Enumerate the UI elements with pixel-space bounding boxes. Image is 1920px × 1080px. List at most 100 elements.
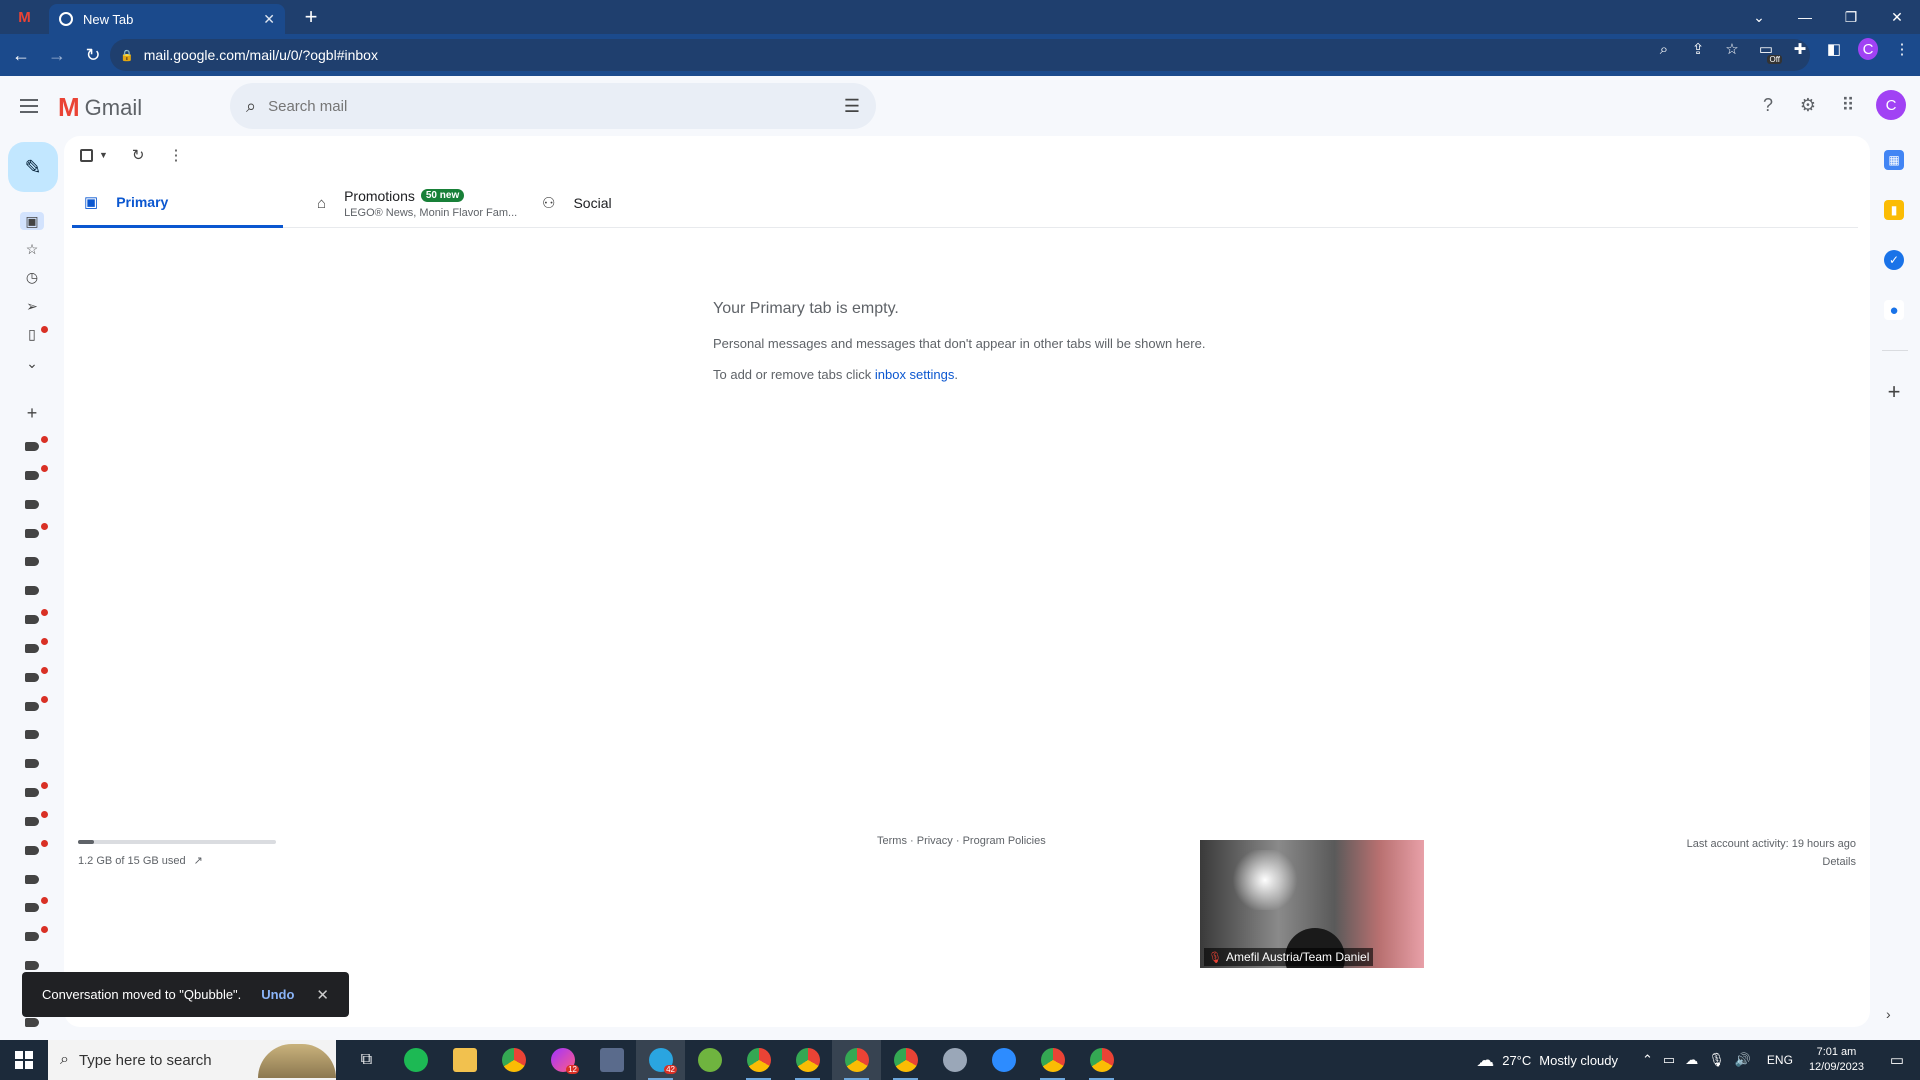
sent-icon[interactable]: ➢ <box>22 297 42 315</box>
search-bar[interactable]: ⌕ ☰ <box>230 83 876 129</box>
close-icon[interactable]: ✕ <box>316 986 329 1004</box>
label-icon[interactable] <box>25 557 39 566</box>
label-icon[interactable] <box>25 846 39 855</box>
profile-avatar[interactable]: C <box>1858 38 1878 60</box>
undo-button[interactable]: Undo <box>261 987 294 1002</box>
compose-button[interactable]: ✎ <box>8 142 58 192</box>
starred-icon[interactable]: ☆ <box>22 240 42 258</box>
label-icon[interactable] <box>25 961 39 970</box>
details-link[interactable]: Details <box>1687 853 1856 871</box>
label-icon[interactable] <box>25 702 39 711</box>
zoom-app-icon[interactable] <box>979 1040 1028 1080</box>
label-icon[interactable] <box>25 500 39 509</box>
reload-button[interactable]: ↻ <box>78 40 108 70</box>
label-icon[interactable] <box>25 730 39 739</box>
input-language[interactable]: ENG <box>1767 1053 1793 1067</box>
bookmark-star-icon[interactable]: ☆ <box>1722 40 1742 58</box>
terms-link[interactable]: Terms <box>877 835 907 847</box>
start-button[interactable] <box>0 1040 48 1080</box>
browser-tab[interactable]: New Tab ✕ <box>49 4 285 34</box>
contacts-icon[interactable]: ● <box>1884 300 1904 320</box>
minimize-button[interactable]: — <box>1782 0 1828 34</box>
weather-widget[interactable]: ☁ 27°C Mostly cloudy <box>1476 1050 1618 1071</box>
video-call-overlay[interactable]: 🎙 Amefil Austria/Team Daniel <box>1200 840 1424 968</box>
lock-icon[interactable]: 🔒 <box>120 49 134 62</box>
search-icon[interactable]: ⌕ <box>246 96 256 117</box>
clock[interactable]: 7:01 am 12/09/2023 <box>1809 1045 1864 1075</box>
tasks-icon[interactable]: ✓ <box>1884 250 1904 270</box>
meet-now-icon[interactable]: ▭ <box>1663 1052 1675 1068</box>
get-addons-icon[interactable]: + <box>1884 379 1904 405</box>
tab-promotions[interactable]: ⌂ Promotions 50 new LEGO® News, Monin Fl… <box>305 178 525 228</box>
account-avatar[interactable]: C <box>1876 90 1906 120</box>
program-policies-link[interactable]: Program Policies <box>963 835 1046 847</box>
label-icon[interactable] <box>25 759 39 768</box>
label-icon[interactable] <box>25 615 39 624</box>
chrome-profile-icon[interactable] <box>783 1040 832 1080</box>
search-input[interactable] <box>268 97 844 115</box>
chrome-menu-icon[interactable]: ⋮ <box>1892 40 1912 58</box>
show-hidden-icons-icon[interactable]: ⌃ <box>1642 1052 1653 1068</box>
help-icon[interactable]: ? <box>1756 93 1780 117</box>
label-icon[interactable] <box>25 471 39 480</box>
chrome-icon[interactable] <box>489 1040 538 1080</box>
tab-search-icon[interactable]: ⌄ <box>1736 0 1782 34</box>
drafts-icon[interactable]: ▯ <box>22 325 42 343</box>
forward-button[interactable]: → <box>42 40 72 70</box>
label-icon[interactable] <box>25 1018 39 1027</box>
hide-panel-chevron-icon[interactable]: › <box>1886 1006 1891 1022</box>
utorrent-icon[interactable] <box>685 1040 734 1080</box>
privacy-link[interactable]: Privacy <box>917 835 953 847</box>
new-tab-button[interactable]: + <box>298 4 324 30</box>
more-chevron-icon[interactable]: ⌄ <box>22 354 42 372</box>
label-icon[interactable] <box>25 932 39 941</box>
refresh-icon[interactable]: ↻ <box>132 146 145 164</box>
telegram-icon[interactable]: 42 <box>636 1040 685 1080</box>
chrome-profile-icon[interactable] <box>1028 1040 1077 1080</box>
apps-grid-icon[interactable]: ⠿ <box>1836 93 1860 117</box>
external-link-icon[interactable]: ↗ <box>194 854 203 867</box>
chrome-profile-icon[interactable] <box>832 1040 881 1080</box>
calculator-icon[interactable] <box>587 1040 636 1080</box>
main-menu-icon[interactable] <box>20 94 44 118</box>
label-icon[interactable] <box>25 586 39 595</box>
side-panel-icon[interactable]: ◧ <box>1824 40 1844 58</box>
label-icon[interactable] <box>25 875 39 884</box>
close-window-button[interactable]: ✕ <box>1874 0 1920 34</box>
microphone-icon[interactable]: 🎙 <box>1708 1052 1725 1068</box>
zoom-icon[interactable]: ⌕ <box>1654 41 1674 58</box>
taskbar-search[interactable]: ⌕ Type here to search <box>48 1040 336 1080</box>
settings-gear-icon[interactable]: ⚙ <box>1796 93 1820 117</box>
label-icon[interactable] <box>25 788 39 797</box>
snoozed-icon[interactable]: ◷ <box>22 268 42 286</box>
chrome-profile-icon[interactable] <box>881 1040 930 1080</box>
notifications-icon[interactable]: ▭ <box>1882 1051 1912 1069</box>
tab-primary[interactable]: ▣ Primary <box>72 178 283 228</box>
back-button[interactable]: ← <box>6 40 36 70</box>
tab-close-icon[interactable]: ✕ <box>263 11 275 28</box>
search-options-icon[interactable]: ☰ <box>844 96 860 117</box>
gmail-pinned-tab[interactable]: M <box>0 0 49 34</box>
label-icon[interactable] <box>25 673 39 682</box>
label-icon[interactable] <box>25 817 39 826</box>
select-all-checkbox[interactable]: ▼ <box>80 148 108 162</box>
inbox-settings-link[interactable]: inbox settings <box>875 367 955 382</box>
extension-off-icon[interactable]: ▭ Off <box>1756 40 1782 64</box>
spotify-icon[interactable] <box>391 1040 440 1080</box>
chrome-profile-icon[interactable] <box>1077 1040 1126 1080</box>
tab-social[interactable]: ⚇ Social <box>530 178 730 228</box>
messenger-icon[interactable]: 12 <box>538 1040 587 1080</box>
calendar-icon[interactable]: ▦ <box>1884 150 1904 170</box>
file-explorer-icon[interactable] <box>440 1040 489 1080</box>
label-icon[interactable] <box>25 644 39 653</box>
gmail-logo[interactable]: M Gmail <box>58 92 142 123</box>
address-bar[interactable]: 🔒 mail.google.com/mail/u/0/?ogbl#inbox <box>110 39 1810 71</box>
chrome-profile-icon[interactable] <box>734 1040 783 1080</box>
task-view-icon[interactable]: ⧉ <box>342 1040 391 1080</box>
keep-icon[interactable]: ▮ <box>1884 200 1904 220</box>
share-icon[interactable]: ⇪ <box>1688 40 1708 58</box>
add-label-icon[interactable]: + <box>22 403 42 423</box>
volume-icon[interactable]: 🔊 <box>1735 1052 1751 1068</box>
app-icon[interactable] <box>930 1040 979 1080</box>
label-icon[interactable] <box>25 529 39 538</box>
